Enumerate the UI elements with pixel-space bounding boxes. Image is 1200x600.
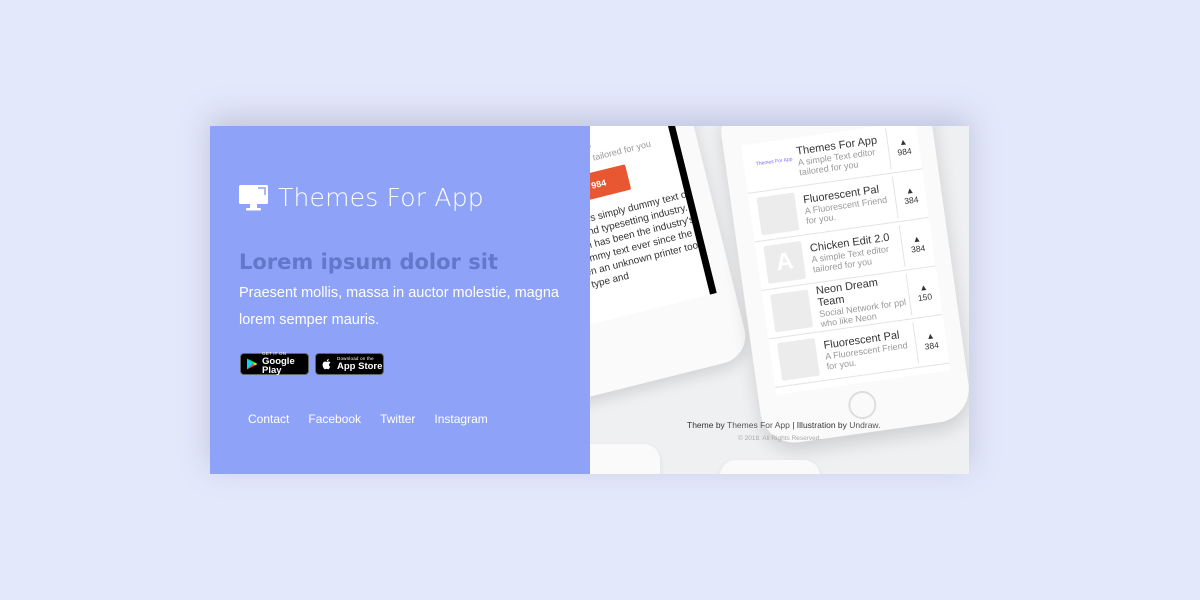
left-panel: Themes For App Lorem ipsum dolor sit Pra… [210,126,590,474]
phone-left-vote-count: 984 [590,177,608,191]
play-store-icon [247,358,258,370]
app-thumbnail [770,289,814,333]
apple-icon [322,359,331,370]
vote-box: ▲ 384 [891,172,929,219]
google-play-label: Google Play [262,355,295,377]
monitor-icon [239,184,268,210]
app-thumbnail: A [763,240,807,284]
illustration-panel: Themes For App A simple Text editor tail… [590,126,969,474]
facebook-link[interactable]: Facebook [308,412,361,426]
brand-name: Themes For App [278,183,484,212]
app-thumbnail [776,337,820,381]
undraw-link[interactable]: Undraw. [849,420,880,430]
instagram-link[interactable]: Instagram [434,412,487,426]
phone-mockup-right: Themes For App Themes For App A simple T… [716,126,969,447]
vote-box: ▲ 984 [885,126,922,170]
decorative-phone-shape [590,444,660,474]
description: Praesent mollis, massa in auctor molesti… [239,285,559,328]
vote-count: 984 [896,145,913,158]
headline: Lorem ipsum dolor sit [239,250,498,274]
phone-right-screen: Themes For App Themes For App A simple T… [741,126,951,395]
credit-theme-prefix: Theme by [687,420,725,430]
phone-left-screen: Themes For App A simple Text editor tail… [590,126,717,335]
vote-count: 384 [903,194,920,207]
vote-box: ▲ 384 [912,317,949,364]
twitter-link[interactable]: Twitter [380,412,415,426]
app-store-label: App Store [337,360,383,372]
app-store-button[interactable]: Download on the App Store [315,353,384,375]
vote-box: ▲ 150 [905,269,943,316]
copyright: © 2018. All Rights Reserved. [738,435,822,442]
google-play-button[interactable]: GET IT ON Google Play [240,352,309,377]
credit-line: Theme by Themes For App | Illustration b… [687,420,880,430]
brand: Themes For App [239,183,484,212]
vote-count: 150 [917,291,933,304]
home-button [846,389,879,421]
themes-for-app-link[interactable]: Themes For App [727,420,790,430]
app-thumbnail [756,192,800,236]
vote-count: 384 [910,242,926,255]
social-links: Contact Facebook Twitter Instagram [248,412,488,426]
vote-box: ▲ 384 [898,220,936,267]
contact-link[interactable]: Contact [248,412,289,426]
promo-card: Themes For App Lorem ipsum dolor sit Pra… [210,126,969,474]
store-badges: GET IT ON Google Play Download on the Ap… [240,352,384,377]
vote-count: 384 [924,339,940,352]
decorative-phone-shape [720,460,820,474]
credit-illustration-prefix: | Illustration by [792,420,847,430]
